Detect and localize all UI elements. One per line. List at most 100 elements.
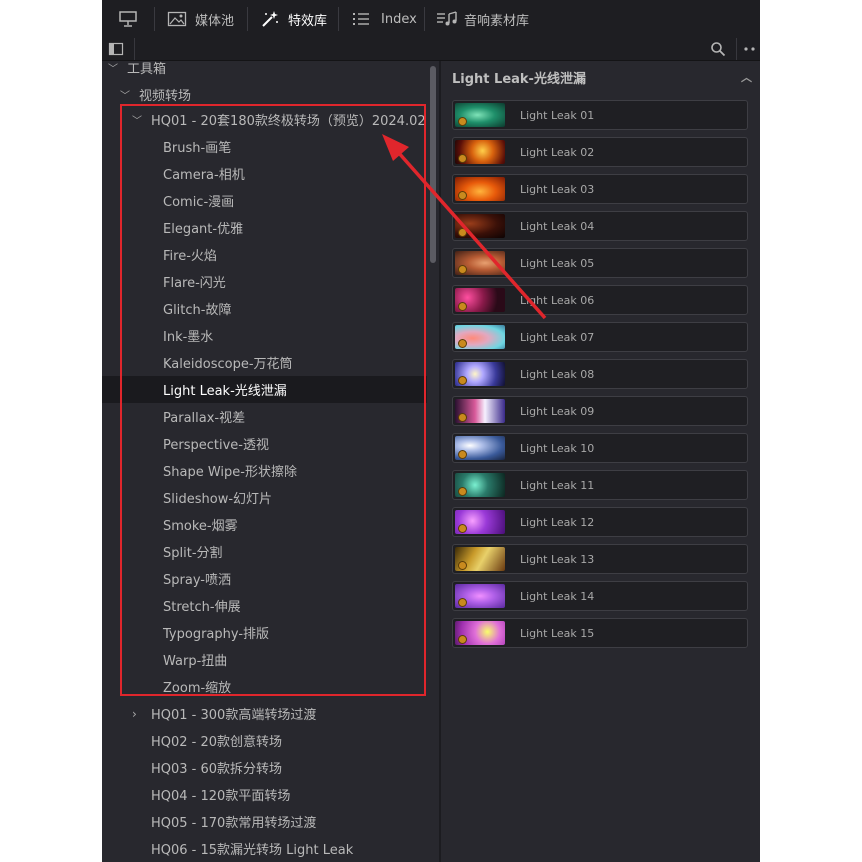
- tree-item[interactable]: Light Leak-光线泄漏: [102, 376, 427, 403]
- fusion-badge-icon: [458, 561, 467, 570]
- effects-library-window: 媒体池 特效库 Index 音响素材库 ﹀ 工具箱 ﹀ 视频转场 ﹀ HQ01 …: [102, 0, 760, 862]
- effect-tile[interactable]: Light Leak 09: [452, 396, 748, 426]
- tree-item[interactable]: Shape Wipe-形状擦除: [102, 457, 427, 484]
- effect-tile[interactable]: Light Leak 15: [452, 618, 748, 648]
- effect-name: Light Leak 14: [520, 590, 595, 603]
- more-options-icon[interactable]: [743, 46, 757, 52]
- tree-item-label: Ink-墨水: [163, 330, 214, 345]
- tree-group[interactable]: HQ05 - 170款常用转场过渡: [102, 808, 427, 835]
- fusion-badge-icon: [458, 635, 467, 644]
- effect-tile[interactable]: Light Leak 14: [452, 581, 748, 611]
- tree-group[interactable]: HQ02 - 20款创意转场: [102, 727, 427, 754]
- effect-tile[interactable]: Light Leak 08: [452, 359, 748, 389]
- tree-group[interactable]: HQ04 - 120款平面转场: [102, 781, 427, 808]
- tree-item[interactable]: Parallax-视差: [102, 403, 427, 430]
- tree-item[interactable]: Warp-扭曲: [102, 646, 427, 673]
- effect-thumbnail: [455, 140, 505, 164]
- effect-tile[interactable]: Light Leak 07: [452, 322, 748, 352]
- tree-item-label: Spray-喷洒: [163, 573, 231, 588]
- tree-item[interactable]: Elegant-优雅: [102, 214, 427, 241]
- tree-item[interactable]: Slideshow-幻灯片: [102, 484, 427, 511]
- tree-item-label: Warp-扭曲: [163, 654, 228, 669]
- tree-node-toolbox[interactable]: ﹀ 工具箱: [102, 54, 427, 81]
- fusion-badge-icon: [458, 450, 467, 459]
- effect-tile[interactable]: Light Leak 13: [452, 544, 748, 574]
- search-icon[interactable]: [710, 41, 726, 57]
- tree-group[interactable]: HQ03 - 60款拆分转场: [102, 754, 427, 781]
- tree-group[interactable]: › HQ01 - 300款高端转场过渡: [102, 700, 427, 727]
- sound-library-tab[interactable]: 音响素材库: [436, 0, 529, 38]
- tree-item-label: Glitch-故障: [163, 303, 232, 318]
- effect-thumbnail: [455, 510, 505, 534]
- effect-thumbnail: [455, 584, 505, 608]
- tree-item[interactable]: Smoke-烟雾: [102, 511, 427, 538]
- fusion-badge-icon: [458, 117, 467, 126]
- tree-scrollbar[interactable]: [430, 66, 436, 263]
- effect-name: Light Leak 15: [520, 627, 595, 640]
- tree-item-label: Fire-火焰: [163, 249, 217, 264]
- tree-item[interactable]: Stretch-伸展: [102, 592, 427, 619]
- tree-item[interactable]: Camera-相机: [102, 160, 427, 187]
- collapse-caret-icon[interactable]: ︿: [741, 69, 752, 85]
- tree-item[interactable]: Flare-闪光: [102, 268, 427, 295]
- tree-item[interactable]: Ink-墨水: [102, 322, 427, 349]
- effect-name: Light Leak 11: [520, 479, 595, 492]
- tree-item[interactable]: Glitch-故障: [102, 295, 427, 322]
- effect-thumbnail: [455, 177, 505, 201]
- tree-item[interactable]: Perspective-透视: [102, 430, 427, 457]
- index-label: Index: [381, 11, 417, 27]
- tree-group-label: HQ03 - 60款拆分转场: [151, 762, 283, 777]
- effect-name: Light Leak 13: [520, 553, 595, 566]
- fusion-badge-icon: [458, 302, 467, 311]
- effect-thumbnail: [455, 547, 505, 571]
- effect-tile[interactable]: Light Leak 10: [452, 433, 748, 463]
- chevron-down-icon: ﹀: [132, 116, 142, 127]
- effects-tree: ﹀ 工具箱 ﹀ 视频转场 ﹀ HQ01 - 20套180款终极转场（预览）202…: [102, 61, 438, 862]
- tree-item-label: Slideshow-幻灯片: [163, 492, 273, 507]
- effects-tab[interactable]: 特效库: [260, 0, 327, 38]
- fusion-badge-icon: [458, 191, 467, 200]
- sound-library-label: 音响素材库: [464, 13, 530, 29]
- tree-item-label: Parallax-视差: [163, 411, 246, 426]
- media-pool-label: 媒体池: [195, 13, 235, 29]
- fusion-badge-icon: [458, 228, 467, 237]
- tree-node-video-transitions[interactable]: ﹀ 视频转场: [102, 81, 427, 108]
- effect-tile[interactable]: Light Leak 11: [452, 470, 748, 500]
- tree-item[interactable]: Split-分割: [102, 538, 427, 565]
- effect-thumbnail: [455, 436, 505, 460]
- effect-name: Light Leak 01: [520, 109, 595, 122]
- tree-item[interactable]: Brush-画笔: [102, 133, 427, 160]
- fusion-badge-icon: [458, 154, 467, 163]
- tree-item[interactable]: Spray-喷洒: [102, 565, 427, 592]
- index-tab[interactable]: Index: [351, 0, 417, 38]
- effect-tile[interactable]: Light Leak 02: [452, 137, 748, 167]
- effect-tile[interactable]: Light Leak 05: [452, 248, 748, 278]
- effect-thumbnail: [455, 288, 505, 312]
- tree-item[interactable]: Comic-漫画: [102, 187, 427, 214]
- tree-item[interactable]: Kaleidoscope-万花筒: [102, 349, 427, 376]
- effect-tile[interactable]: Light Leak 06: [452, 285, 748, 315]
- effect-name: Light Leak 04: [520, 220, 595, 233]
- tree-group[interactable]: HQ06 - 15款漏光转场 Light Leak: [102, 835, 427, 862]
- panel-header[interactable]: Light Leak-光线泄漏 ︿: [441, 61, 760, 93]
- tree-node-hq01-ultimate[interactable]: ﹀ HQ01 - 20套180款终极转场（预览）2024.02: [102, 106, 427, 133]
- tree-item[interactable]: Zoom-缩放: [102, 673, 427, 700]
- chevron-down-icon: ﹀: [120, 91, 130, 102]
- tree-item-label: Zoom-缩放: [163, 681, 232, 696]
- effect-tile[interactable]: Light Leak 12: [452, 507, 748, 537]
- monitor-toggle-button[interactable]: [118, 0, 138, 38]
- tree-item[interactable]: Typography-排版: [102, 619, 427, 646]
- tree-item-label: Brush-画笔: [163, 141, 232, 156]
- monitor-icon: [119, 11, 137, 27]
- fusion-badge-icon: [458, 524, 467, 533]
- media-pool-tab[interactable]: 媒体池: [167, 0, 234, 38]
- effect-name: Light Leak 07: [520, 331, 595, 344]
- effect-tile[interactable]: Light Leak 03: [452, 174, 748, 204]
- tree-item[interactable]: Fire-火焰: [102, 241, 427, 268]
- effect-tile[interactable]: Light Leak 04: [452, 211, 748, 241]
- effect-tile[interactable]: Light Leak 01: [452, 100, 748, 130]
- effect-name: Light Leak 09: [520, 405, 595, 418]
- media-pool-icon: [167, 11, 187, 27]
- fusion-badge-icon: [458, 598, 467, 607]
- tree-item-label: Smoke-烟雾: [163, 519, 238, 534]
